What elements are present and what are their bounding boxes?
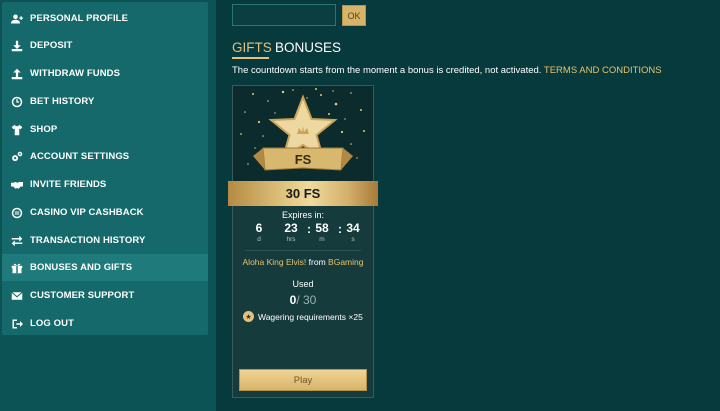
tab-bonuses[interactable]: BONUSES bbox=[275, 40, 341, 55]
sidebar-panel: PERSONAL PROFILE DEPOSIT WITHDRAW FUNDS … bbox=[0, 0, 216, 411]
shirt-icon bbox=[10, 123, 24, 137]
game-info: Aloha King Elvis! from BGaming bbox=[233, 257, 373, 267]
used-total: / 30 bbox=[296, 293, 317, 307]
timer-days: 6 d bbox=[249, 221, 269, 243]
sidebar-item-bet-history[interactable]: BET HISTORY bbox=[2, 88, 208, 115]
play-button[interactable]: Play bbox=[239, 369, 367, 391]
sidebar-item-label: WITHDRAW FUNDS bbox=[30, 68, 121, 79]
wagering-requirements: ★ Wagering requirements ×25 bbox=[243, 311, 373, 322]
sidebar-item-label: INVITE FRIENDS bbox=[30, 179, 107, 190]
badge-text: FS bbox=[295, 152, 312, 167]
timer-hours-value: 23 bbox=[284, 221, 298, 235]
user-plus-icon bbox=[10, 12, 24, 26]
sidebar-item-label: LOG OUT bbox=[30, 318, 74, 329]
game-name-link[interactable]: Aloha King Elvis! bbox=[243, 257, 307, 267]
countdown-timer: 6 d 23 hrs : 58 m : 34 s bbox=[247, 221, 367, 245]
sidebar-item-label: BET HISTORY bbox=[30, 96, 95, 107]
download-icon bbox=[10, 39, 24, 53]
cashback-icon bbox=[10, 206, 24, 220]
active-tab-underline bbox=[232, 57, 269, 59]
timer-days-value: 6 bbox=[255, 221, 263, 235]
bonus-card-artwork: FS bbox=[233, 86, 373, 184]
sidebar-item-personal-profile[interactable]: PERSONAL PROFILE bbox=[2, 5, 208, 32]
clock-icon bbox=[10, 95, 24, 109]
timer-separator: : bbox=[338, 222, 342, 236]
bonus-value-banner: 30 FS bbox=[228, 181, 378, 206]
wagering-text: Wagering requirements ×25 bbox=[258, 311, 363, 322]
gears-icon bbox=[10, 150, 24, 164]
sidebar-item-customer-support[interactable]: CUSTOMER SUPPORT bbox=[2, 282, 208, 309]
timer-minutes-label: m bbox=[319, 236, 325, 243]
sidebar-menu: PERSONAL PROFILE DEPOSIT WITHDRAW FUNDS … bbox=[2, 2, 208, 335]
sidebar-item-bonuses-and-gifts[interactable]: BONUSES AND GIFTS bbox=[2, 254, 208, 281]
sidebar-item-label: ACCOUNT SETTINGS bbox=[30, 151, 130, 162]
timer-hours: 23 hrs bbox=[281, 221, 301, 243]
used-count: 0/ 30 bbox=[233, 293, 373, 307]
provider-link[interactable]: BGaming bbox=[328, 257, 363, 267]
promo-code-input[interactable] bbox=[232, 4, 336, 26]
used-label: Used bbox=[292, 279, 314, 289]
sidebar-item-withdraw-funds[interactable]: WITHDRAW FUNDS bbox=[2, 60, 208, 87]
sidebar-item-account-settings[interactable]: ACCOUNT SETTINGS bbox=[2, 143, 208, 170]
countdown-notice-text: The countdown starts from the moment a b… bbox=[232, 65, 544, 76]
exchange-icon bbox=[10, 234, 24, 248]
logout-icon bbox=[10, 317, 24, 331]
countdown-notice: The countdown starts from the moment a b… bbox=[232, 65, 662, 76]
sidebar-item-label: DEPOSIT bbox=[30, 40, 73, 51]
bonus-card: FS 30 FS Expires in: 6 d 23 hrs : 58 m :… bbox=[228, 85, 378, 398]
tab-gifts[interactable]: GIFTS bbox=[232, 40, 272, 55]
from-word: from bbox=[306, 257, 329, 267]
sidebar-item-label: SHOP bbox=[30, 124, 58, 135]
promo-ok-button[interactable]: OK bbox=[342, 5, 366, 26]
sidebar-item-transaction-history[interactable]: TRANSACTION HISTORY bbox=[2, 227, 208, 254]
sidebar-item-invite-friends[interactable]: INVITE FRIENDS bbox=[2, 171, 208, 198]
timer-days-label: d bbox=[257, 236, 261, 243]
timer-seconds-label: s bbox=[351, 236, 355, 243]
timer-seconds: 34 s bbox=[343, 221, 363, 243]
timer-separator: : bbox=[307, 222, 311, 236]
sidebar-item-label: PERSONAL PROFILE bbox=[30, 13, 129, 24]
timer-seconds-value: 34 bbox=[346, 221, 360, 235]
sidebar-item-label: BONUSES AND GIFTS bbox=[30, 262, 133, 273]
sidebar-item-shop[interactable]: SHOP bbox=[2, 116, 208, 143]
sidebar-item-casino-vip-cashback[interactable]: CASINO VIP CASHBACK bbox=[2, 199, 208, 226]
gift-icon bbox=[10, 261, 24, 275]
sidebar-item-label: CASINO VIP CASHBACK bbox=[30, 207, 144, 218]
timer-minutes-value: 58 bbox=[315, 221, 329, 235]
star-badge-icon: ★ bbox=[243, 311, 254, 322]
sidebar-item-label: CUSTOMER SUPPORT bbox=[30, 290, 135, 301]
expires-label: Expires in: bbox=[281, 210, 325, 220]
card-divider bbox=[245, 250, 361, 251]
sidebar-item-log-out[interactable]: LOG OUT bbox=[2, 310, 208, 337]
envelope-icon bbox=[10, 289, 24, 303]
timer-minutes: 58 m bbox=[312, 221, 332, 243]
upload-icon bbox=[10, 67, 24, 81]
timer-hours-label: hrs bbox=[286, 236, 296, 243]
handshake-icon bbox=[10, 178, 24, 192]
sidebar-item-deposit[interactable]: DEPOSIT bbox=[2, 32, 208, 59]
sidebar-item-label: TRANSACTION HISTORY bbox=[30, 235, 146, 246]
terms-and-conditions-link[interactable]: TERMS AND CONDITIONS bbox=[544, 65, 662, 76]
